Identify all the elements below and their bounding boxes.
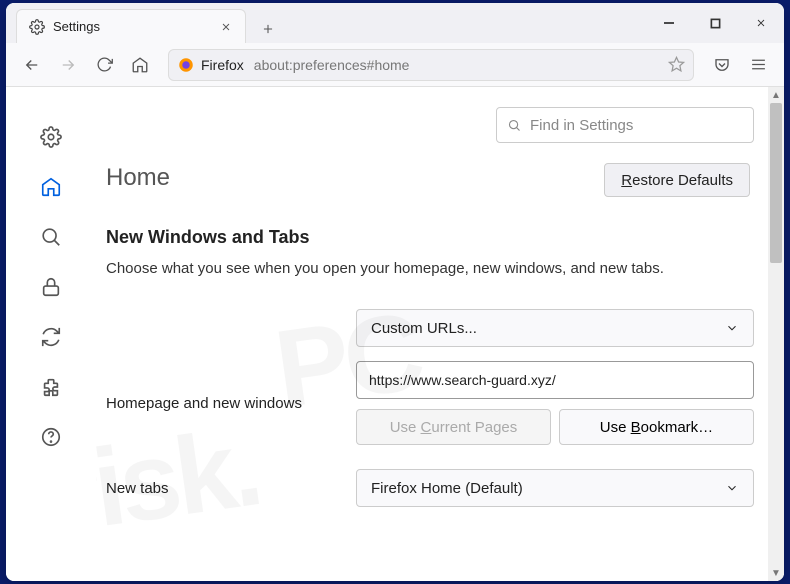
- home-button[interactable]: [124, 49, 156, 81]
- sidebar-item-sync[interactable]: [31, 317, 71, 357]
- window-close-button[interactable]: [738, 3, 784, 43]
- chevron-down-icon: [725, 481, 739, 495]
- section-title: New Windows and Tabs: [106, 227, 754, 248]
- close-icon: [220, 21, 232, 33]
- help-icon: [40, 426, 62, 448]
- puzzle-icon: [40, 376, 62, 398]
- url-text: about:preferences#home: [254, 57, 668, 73]
- pocket-button[interactable]: [706, 49, 738, 81]
- homepage-mode-dropdown[interactable]: Custom URLs...: [356, 309, 754, 347]
- navigation-toolbar: Firefox about:preferences#home: [6, 43, 784, 87]
- sidebar-item-general[interactable]: [31, 117, 71, 157]
- address-bar[interactable]: Firefox about:preferences#home: [168, 49, 694, 81]
- app-menu-button[interactable]: [742, 49, 774, 81]
- homepage-url-input[interactable]: [356, 361, 754, 399]
- reload-icon: [96, 56, 113, 73]
- back-button[interactable]: [16, 49, 48, 81]
- search-icon: [40, 226, 62, 248]
- forward-button[interactable]: [52, 49, 84, 81]
- page-title: Home: [106, 164, 170, 192]
- use-bookmark-button[interactable]: Use Bookmark…: [559, 409, 754, 445]
- scroll-down-arrow[interactable]: ▼: [768, 565, 784, 581]
- lock-icon: [40, 276, 62, 298]
- sidebar-item-search[interactable]: [31, 217, 71, 257]
- home-icon: [40, 176, 62, 198]
- settings-search[interactable]: Find in Settings: [496, 107, 754, 143]
- maximize-button[interactable]: [692, 3, 738, 43]
- gear-icon: [40, 126, 62, 148]
- dropdown-value: Firefox Home (Default): [371, 480, 523, 497]
- scroll-up-arrow[interactable]: ▲: [768, 87, 784, 103]
- new-tab-button[interactable]: [254, 15, 282, 43]
- browser-tab[interactable]: Settings: [16, 9, 246, 43]
- search-icon: [507, 118, 522, 133]
- forward-icon: [59, 56, 77, 74]
- bookmark-star-icon[interactable]: [668, 56, 685, 73]
- tab-title: Settings: [53, 19, 217, 34]
- plus-icon: [261, 22, 275, 36]
- maximize-icon: [710, 18, 721, 29]
- search-placeholder: Find in Settings: [530, 117, 633, 134]
- sidebar-item-help[interactable]: [31, 417, 71, 457]
- content-area: PC risk. Find in Settings Home Restore D…: [6, 87, 784, 581]
- scroll-thumb[interactable]: [770, 103, 782, 263]
- pocket-icon: [713, 56, 731, 74]
- settings-main: PC risk. Find in Settings Home Restore D…: [96, 87, 784, 581]
- chevron-down-icon: [725, 321, 739, 335]
- newtabs-label: New tabs: [106, 480, 356, 497]
- restore-defaults-button[interactable]: Restore Defaults: [604, 163, 750, 197]
- homepage-label: Homepage and new windows: [106, 395, 356, 412]
- sidebar-item-home[interactable]: [31, 167, 71, 207]
- reload-button[interactable]: [88, 49, 120, 81]
- use-current-pages-button[interactable]: Use Current Pages: [356, 409, 551, 445]
- home-icon: [131, 56, 149, 74]
- minimize-button[interactable]: [646, 3, 692, 43]
- titlebar: Settings: [6, 3, 784, 43]
- dropdown-value: Custom URLs...: [371, 320, 477, 337]
- newtab-mode-dropdown[interactable]: Firefox Home (Default): [356, 469, 754, 507]
- sync-icon: [40, 326, 62, 348]
- settings-sidebar: [6, 87, 96, 581]
- tab-close-button[interactable]: [217, 18, 235, 36]
- vertical-scrollbar[interactable]: ▲ ▼: [768, 87, 784, 581]
- sidebar-item-extensions[interactable]: [31, 367, 71, 407]
- sidebar-item-privacy[interactable]: [31, 267, 71, 307]
- firefox-logo-icon: [177, 56, 195, 74]
- hamburger-icon: [750, 56, 767, 73]
- section-description: Choose what you see when you open your h…: [106, 258, 754, 279]
- url-product: Firefox: [201, 57, 244, 73]
- gear-icon: [29, 19, 45, 35]
- minimize-icon: [663, 17, 675, 29]
- close-icon: [755, 17, 767, 29]
- back-icon: [23, 56, 41, 74]
